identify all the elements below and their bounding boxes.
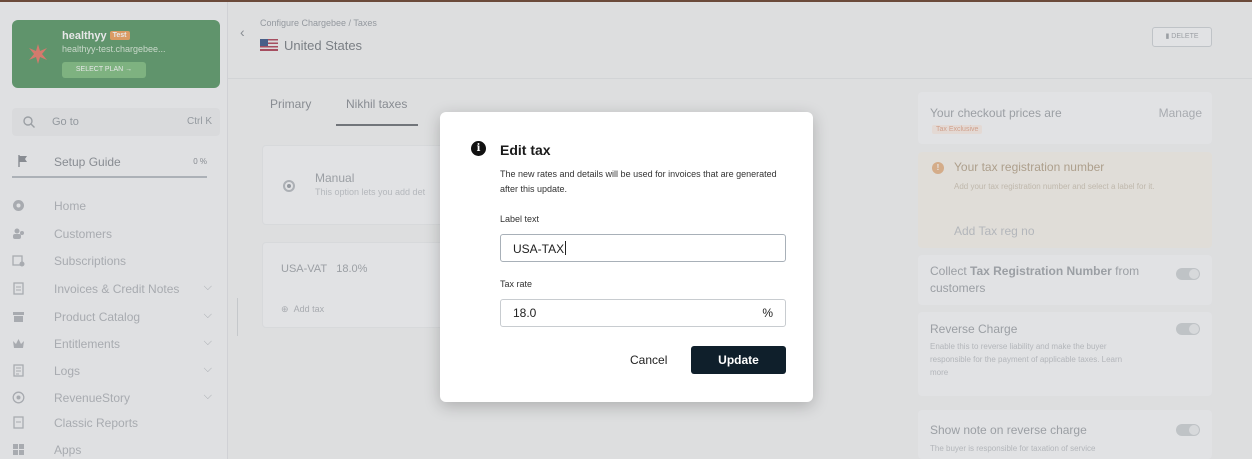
edit-tax-dialog: i Edit tax The new rates and details wil… [440,112,813,402]
tax-rate-label: Tax rate [500,279,533,289]
text-caret [565,241,567,255]
label-text-label: Label text [500,214,540,224]
dialog-title: Edit tax [500,142,551,158]
cancel-button[interactable]: Cancel [630,353,667,367]
label-text-input[interactable]: USA-TAX [500,234,786,262]
info-icon: i [471,141,486,156]
dialog-description: The new rates and details will be used f… [500,169,777,194]
update-button[interactable]: Update [691,346,786,374]
tax-rate-input[interactable]: 18.0 % [500,299,786,327]
percent-suffix: % [762,306,773,320]
